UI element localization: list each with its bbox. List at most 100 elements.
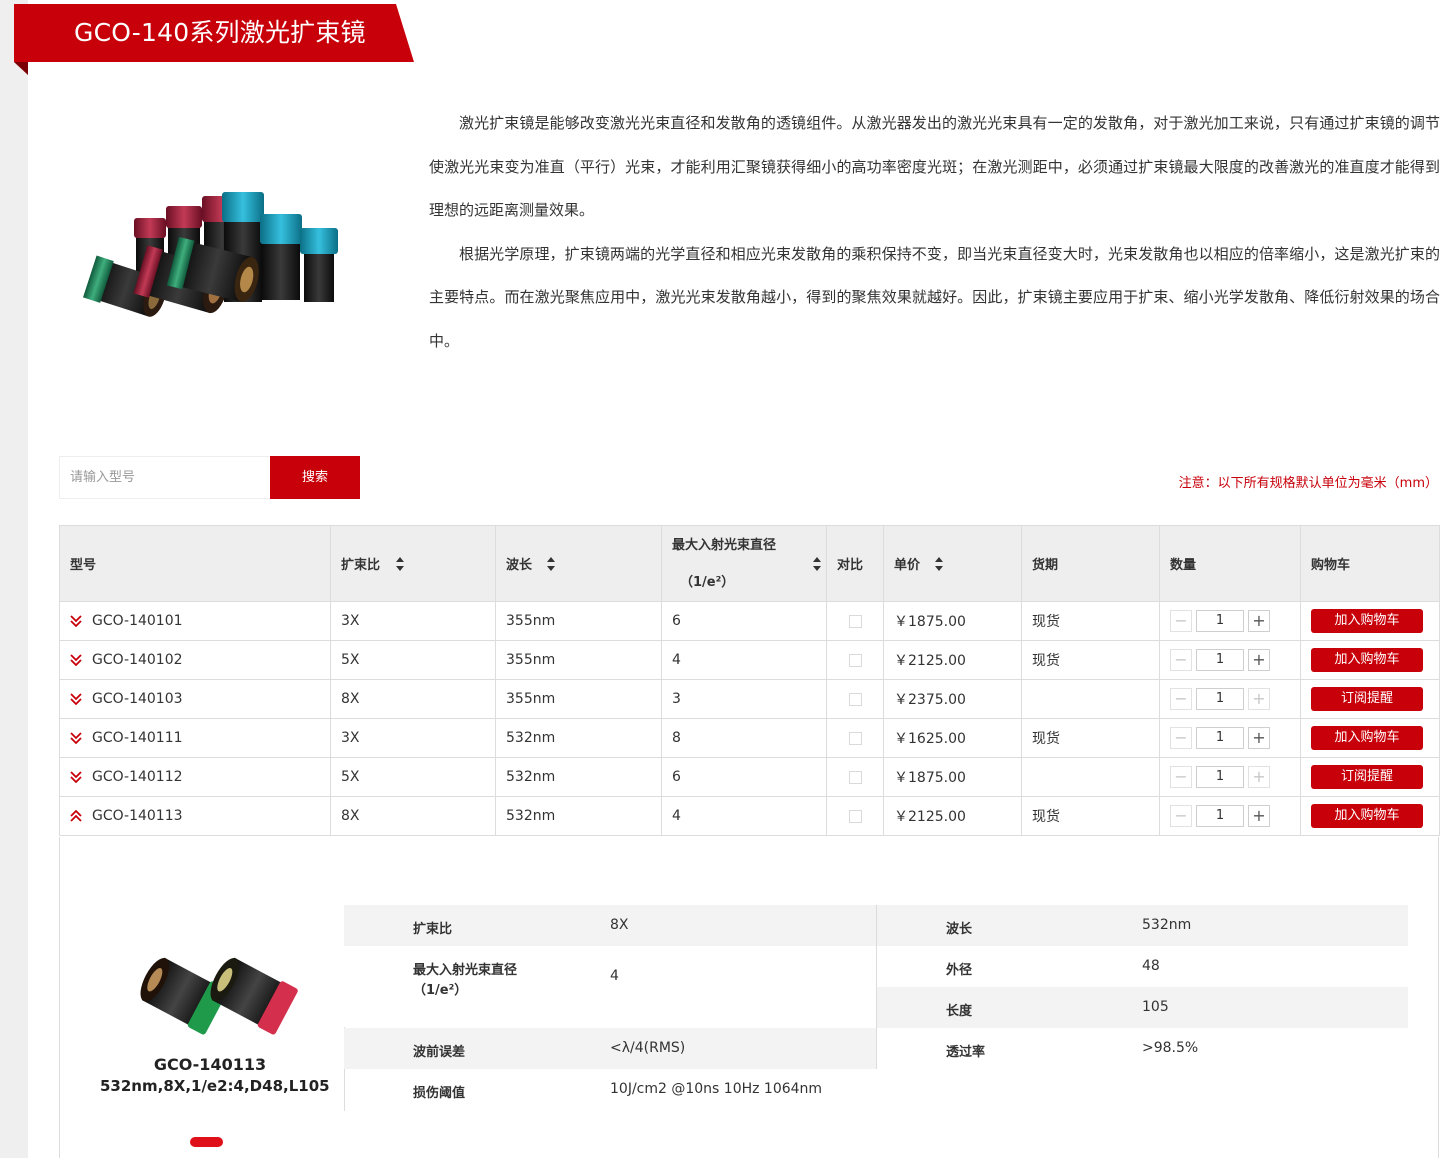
chevron-down-icon[interactable] <box>70 654 82 666</box>
expanded-detail-panel: GCO-140113 532nm,8X,1/e2:4,D48,L105 扩束比 … <box>59 837 1439 1158</box>
sort-icon[interactable] <box>812 556 822 572</box>
col-header-compare: 对比 <box>826 525 884 602</box>
compare-checkbox[interactable] <box>848 653 862 667</box>
cell-stock <box>1021 679 1160 719</box>
qty-decrement-button[interactable]: − <box>1170 610 1192 632</box>
col-header-price[interactable]: 单价 <box>883 525 1022 602</box>
cell-wavelength: 532nm <box>495 757 662 797</box>
qty-decrement-button[interactable]: − <box>1170 688 1192 710</box>
cell-stock: 现货 <box>1021 640 1160 680</box>
cell-ratio: 5X <box>330 640 496 680</box>
table-row: GCO-140103 8X 355nm 3 ￥2375.00 − 1 + 订阅提… <box>59 679 1440 719</box>
cell-model[interactable]: GCO-140102 <box>59 640 331 680</box>
cell-model[interactable]: GCO-140111 <box>59 718 331 758</box>
qty-decrement-button[interactable]: − <box>1170 766 1192 788</box>
qty-input[interactable]: 1 <box>1196 649 1244 671</box>
model-name: GCO-140113 <box>92 808 183 824</box>
cell-compare <box>826 757 884 797</box>
cell-ratio: 5X <box>330 757 496 797</box>
cell-price: ￥2125.00 <box>883 796 1022 836</box>
subscribe-button[interactable]: 订阅提醒 <box>1311 765 1423 789</box>
cell-model[interactable]: GCO-140112 <box>59 757 331 797</box>
chevron-down-icon[interactable] <box>70 615 82 627</box>
table-row: GCO-140101 3X 355nm 6 ￥1875.00 现货 − 1 + … <box>59 601 1440 641</box>
qty-input[interactable]: 1 <box>1196 727 1244 749</box>
spec-value-wavelength: 532nm <box>1142 917 1192 933</box>
cell-cart: 订阅提醒 <box>1300 757 1440 797</box>
qty-increment-button[interactable]: + <box>1248 766 1270 788</box>
compare-checkbox[interactable] <box>848 809 862 823</box>
intro-paragraph-1: 激光扩束镜是能够改变激光光束直径和发散角的透镜组件。从激光器发出的激光光束具有一… <box>429 114 1440 219</box>
add-to-cart-button[interactable]: 加入购物车 <box>1311 609 1423 633</box>
chevron-down-icon[interactable] <box>70 732 82 744</box>
spec-value-length: 105 <box>1142 999 1169 1015</box>
table-row: GCO-140111 3X 532nm 8 ￥1625.00 现货 − 1 + … <box>59 718 1440 758</box>
compare-checkbox[interactable] <box>848 770 862 784</box>
qty-increment-button[interactable]: + <box>1248 688 1270 710</box>
cell-stock: 现货 <box>1021 601 1160 641</box>
cell-compare <box>826 601 884 641</box>
spec-value-wfe: <λ/4(RMS) <box>610 1040 686 1056</box>
spec-value-transmission: >98.5% <box>1142 1040 1199 1056</box>
qty-input[interactable]: 1 <box>1196 688 1244 710</box>
spec-value-ratio: 8X <box>610 917 629 933</box>
qty-input[interactable]: 1 <box>1196 805 1244 827</box>
qty-decrement-button[interactable]: − <box>1170 805 1192 827</box>
spec-label-damage: 损伤阈值 <box>413 1086 466 1101</box>
spec-grid: 扩束比 8X 波长 532nm 最大入射光束直径 （1/e²） 4 外径 48 … <box>60 837 1440 1158</box>
qty-decrement-button[interactable]: − <box>1170 649 1192 671</box>
search-input[interactable]: 请输入型号 <box>59 456 270 499</box>
qty-input[interactable]: 1 <box>1196 766 1244 788</box>
col-header-stock: 货期 <box>1021 525 1160 602</box>
cell-wavelength: 355nm <box>495 601 662 641</box>
col-header-max-beam[interactable]: 最大入射光束直径 （1/e²） <box>661 525 827 602</box>
add-to-cart-button[interactable]: 加入购物车 <box>1311 726 1423 750</box>
model-name: GCO-140111 <box>92 730 183 746</box>
spec-value-od: 48 <box>1142 958 1160 974</box>
add-to-cart-button[interactable]: 加入购物车 <box>1311 648 1423 672</box>
cell-ratio: 3X <box>330 718 496 758</box>
model-name: GCO-140103 <box>92 691 183 707</box>
qty-increment-button[interactable]: + <box>1248 649 1270 671</box>
search-button[interactable]: 搜索 <box>270 456 360 499</box>
cell-qty: − 1 + <box>1159 718 1301 758</box>
spec-label-wfe: 波前误差 <box>413 1045 466 1060</box>
table-row: GCO-140112 5X 532nm 6 ￥1875.00 − 1 + 订阅提… <box>59 757 1440 797</box>
cell-stock <box>1021 757 1160 797</box>
subscribe-button[interactable]: 订阅提醒 <box>1311 687 1423 711</box>
spec-label-transmission: 透过率 <box>946 1045 986 1060</box>
qty-increment-button[interactable]: + <box>1248 805 1270 827</box>
cell-compare <box>826 718 884 758</box>
product-table: 型号 扩束比 波长 最大入射光束直径 （1/e²） 对比 单价 货期 数量 购物… <box>59 525 1440 836</box>
cell-max-beam: 8 <box>661 718 827 758</box>
model-name: GCO-140102 <box>92 652 183 668</box>
qty-increment-button[interactable]: + <box>1248 610 1270 632</box>
col-header-wavelength[interactable]: 波长 <box>495 525 662 602</box>
cell-cart: 订阅提醒 <box>1300 679 1440 719</box>
compare-checkbox[interactable] <box>848 731 862 745</box>
chevron-down-icon[interactable] <box>70 771 82 783</box>
cell-model[interactable]: GCO-140103 <box>59 679 331 719</box>
col-header-ratio[interactable]: 扩束比 <box>330 525 496 602</box>
cell-compare <box>826 796 884 836</box>
qty-increment-button[interactable]: + <box>1248 727 1270 749</box>
compare-checkbox[interactable] <box>848 692 862 706</box>
chevron-up-icon[interactable] <box>70 810 82 822</box>
cell-compare <box>826 679 884 719</box>
page-title: GCO-140系列激光扩束镜 <box>14 4 414 62</box>
sort-icon[interactable] <box>934 556 944 572</box>
qty-decrement-button[interactable]: − <box>1170 727 1192 749</box>
sort-icon[interactable] <box>395 556 405 572</box>
cell-max-beam: 4 <box>661 796 827 836</box>
product-group-image <box>83 192 338 317</box>
cell-model[interactable]: GCO-140113 <box>59 796 331 836</box>
chevron-down-icon[interactable] <box>70 693 82 705</box>
cell-model[interactable]: GCO-140101 <box>59 601 331 641</box>
sort-icon[interactable] <box>546 556 556 572</box>
cell-price: ￥1875.00 <box>883 601 1022 641</box>
qty-input[interactable]: 1 <box>1196 610 1244 632</box>
compare-checkbox[interactable] <box>848 614 862 628</box>
add-to-cart-button[interactable]: 加入购物车 <box>1311 804 1423 828</box>
cell-qty: − 1 + <box>1159 757 1301 797</box>
cell-ratio: 8X <box>330 796 496 836</box>
